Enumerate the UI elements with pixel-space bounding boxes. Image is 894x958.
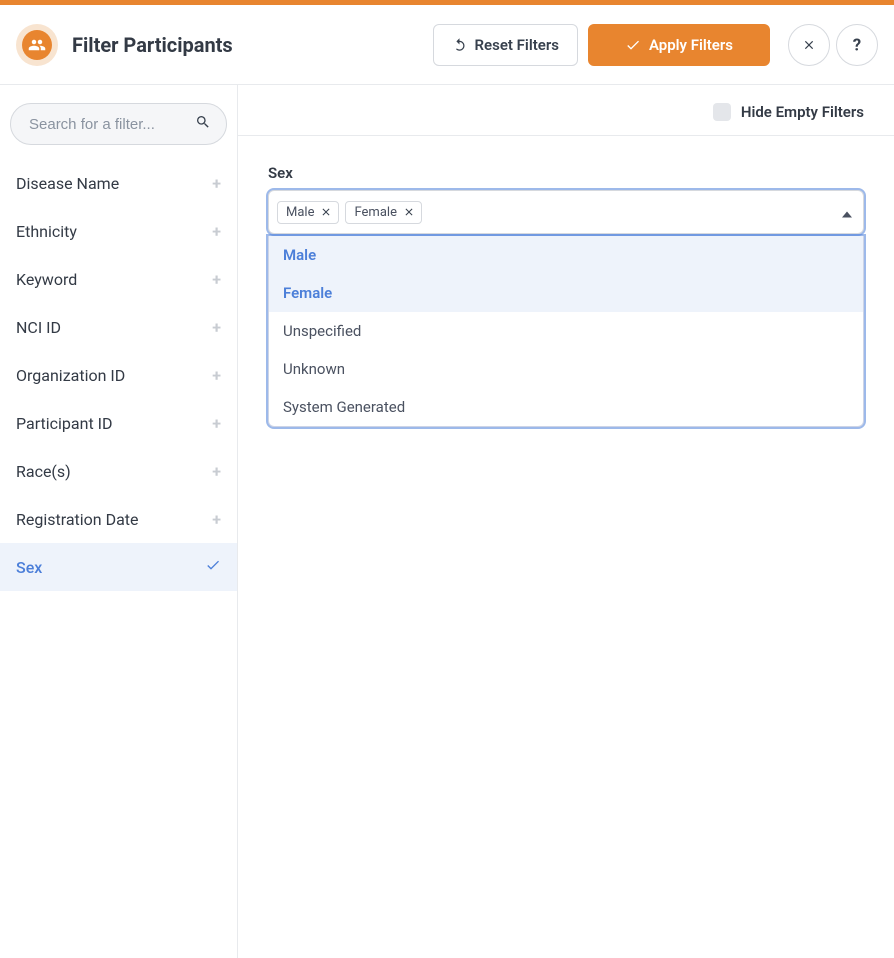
sidebar-item-label: Sex xyxy=(16,558,42,577)
option-unspecified[interactable]: Unspecified xyxy=(269,312,863,350)
apply-filters-label: Apply Filters xyxy=(649,36,733,54)
sidebar-item-keyword[interactable]: Keyword + xyxy=(0,255,237,303)
sidebar-item-ethnicity[interactable]: Ethnicity + xyxy=(0,207,237,255)
sidebar-item-label: Race(s) xyxy=(16,462,71,481)
dropdown-toggle[interactable] xyxy=(842,203,852,222)
plus-icon: + xyxy=(212,366,221,385)
search-wrap xyxy=(10,103,227,145)
chip-remove-button[interactable] xyxy=(320,206,332,218)
main-panel: Hide Empty Filters Sex MaleFemale MaleFe… xyxy=(238,85,894,958)
check-icon xyxy=(625,37,641,53)
search-input[interactable] xyxy=(10,103,227,145)
multiselect-control[interactable]: Male Female xyxy=(268,190,864,234)
chip-label: Female xyxy=(354,205,396,220)
sidebar-item-label: NCI ID xyxy=(16,318,61,337)
option-system-generated[interactable]: System Generated xyxy=(269,388,863,426)
chip-remove-button[interactable] xyxy=(403,206,415,218)
hide-empty-label: Hide Empty Filters xyxy=(741,103,864,121)
plus-icon: + xyxy=(212,318,221,337)
sidebar-item-label: Organization ID xyxy=(16,366,125,385)
chip-label: Male xyxy=(286,205,314,220)
sidebar-item-nci-id[interactable]: NCI ID + xyxy=(0,303,237,351)
participants-icon xyxy=(22,30,52,60)
chip-female: Female xyxy=(345,201,421,224)
field-label: Sex xyxy=(268,164,864,182)
option-male[interactable]: Male xyxy=(269,236,863,274)
check-icon xyxy=(205,557,221,577)
close-button[interactable] xyxy=(788,24,830,66)
plus-icon: + xyxy=(212,462,221,481)
sidebar-item-sex[interactable]: Sex xyxy=(0,543,237,591)
sidebar-item-label: Disease Name xyxy=(16,174,119,193)
option-unknown[interactable]: Unknown xyxy=(269,350,863,388)
close-icon xyxy=(320,206,332,218)
sex-multiselect[interactable]: MaleFemale MaleFemaleUnspecifiedUnknownS… xyxy=(268,190,864,234)
sidebar-item-label: Participant ID xyxy=(16,414,113,433)
page-title: Filter Participants xyxy=(72,33,233,57)
close-icon xyxy=(403,206,415,218)
plus-icon: + xyxy=(212,510,221,529)
sidebar-item-label: Registration Date xyxy=(16,510,139,529)
sidebar-item-disease-name[interactable]: Disease Name + xyxy=(0,159,237,207)
reset-filters-label: Reset Filters xyxy=(475,36,559,54)
svg-text:?: ? xyxy=(853,36,861,54)
plus-icon: + xyxy=(212,414,221,433)
plus-icon: + xyxy=(212,270,221,289)
help-icon: ? xyxy=(851,36,863,54)
caret-up-icon xyxy=(842,212,852,218)
apply-filters-button[interactable]: Apply Filters xyxy=(588,24,770,66)
chip-male: Male xyxy=(277,201,339,224)
sidebar-item-organization-id[interactable]: Organization ID + xyxy=(0,351,237,399)
multiselect-dropdown: MaleFemaleUnspecifiedUnknownSystem Gener… xyxy=(268,236,864,427)
page-icon-wrap xyxy=(16,24,58,66)
undo-icon xyxy=(452,37,467,52)
header: Filter Participants Reset Filters Apply … xyxy=(0,5,894,85)
sidebar: Disease Name+Ethnicity+Keyword+NCI ID+Or… xyxy=(0,85,238,958)
sidebar-item-race-s-[interactable]: Race(s) + xyxy=(0,447,237,495)
help-button[interactable]: ? xyxy=(836,24,878,66)
hide-empty-row: Hide Empty Filters xyxy=(238,85,894,136)
sidebar-item-participant-id[interactable]: Participant ID + xyxy=(0,399,237,447)
plus-icon: + xyxy=(212,222,221,241)
option-female[interactable]: Female xyxy=(269,274,863,312)
field-wrap: Sex MaleFemale MaleFemaleUnspecifiedUnkn… xyxy=(238,136,894,262)
sidebar-item-registration-date[interactable]: Registration Date + xyxy=(0,495,237,543)
sidebar-item-label: Ethnicity xyxy=(16,222,77,241)
hide-empty-checkbox[interactable] xyxy=(713,103,731,121)
plus-icon: + xyxy=(212,174,221,193)
sidebar-item-label: Keyword xyxy=(16,270,77,289)
reset-filters-button[interactable]: Reset Filters xyxy=(433,24,578,66)
close-icon xyxy=(802,38,816,52)
